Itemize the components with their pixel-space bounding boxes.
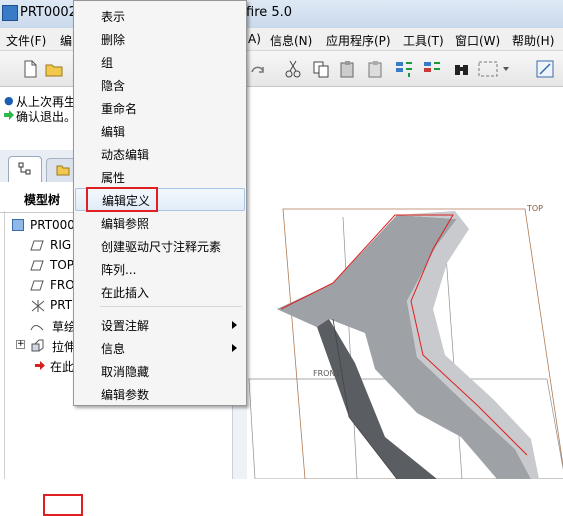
menu-item-edit-parameters[interactable]: 编辑参数 [75, 382, 245, 405]
app-icon [2, 5, 18, 21]
menu-item-info[interactable]: 信息 [75, 336, 245, 359]
highlight-box-sketch [43, 494, 83, 516]
tree-item-label: PRT000 [30, 218, 75, 232]
regenerate-icon[interactable] [394, 59, 414, 79]
open-folder-icon[interactable] [44, 59, 64, 79]
insert-arrow-icon [35, 361, 45, 370]
menu-item-rename[interactable]: 重命名 [75, 96, 245, 119]
menu-item-setup-note[interactable]: 设置注解 [75, 313, 245, 336]
tree-item-label: 在此 [50, 360, 75, 374]
window-title-suffix: fire 5.0 [246, 5, 293, 20]
menu-tools[interactable]: 工具(T) [403, 32, 444, 49]
graphics-window[interactable]: TOP FRONT [247, 87, 563, 479]
regenerate-manager-icon[interactable] [422, 59, 442, 79]
copy-icon[interactable] [311, 59, 331, 79]
navigator-tabs [0, 150, 76, 182]
menu-analysis[interactable]: A) [248, 32, 261, 46]
tree-item-label: RIG [50, 238, 72, 252]
datum-label-front: FRONT [313, 369, 341, 378]
coordinate-system-icon [31, 300, 45, 312]
menu-item-dynamic-edit[interactable]: 动态编辑 [75, 142, 245, 165]
menu-file[interactable]: 文件(F) [6, 32, 46, 49]
expand-icon[interactable]: + [16, 340, 25, 349]
menu-item-edit-references[interactable]: 编辑参照 [75, 211, 245, 234]
datum-label-top: TOP [527, 204, 544, 213]
find-icon[interactable] [452, 59, 472, 79]
menu-window[interactable]: 窗口(W) [455, 32, 500, 49]
paste-special-icon[interactable] [366, 59, 386, 79]
menu-item-create-driven-dimension[interactable]: 创建驱动尺寸注释元素 [75, 234, 245, 257]
bullet-icon: ● [4, 94, 14, 107]
cut-icon[interactable] [283, 59, 303, 79]
menu-info[interactable]: 信息(N) [270, 32, 312, 49]
menu-help[interactable]: 帮助(H) [512, 32, 554, 49]
top-face-gray [277, 215, 531, 479]
menu-separator [100, 306, 242, 307]
menu-item-delete[interactable]: 删除 [75, 27, 245, 50]
folder-icon [56, 165, 70, 176]
submenu-arrow-icon [232, 321, 237, 329]
model-tree: 模型树 PRT000 RIG TOP FRO PRT 草绘 + 拉伸 在此 [0, 182, 83, 516]
redo-icon[interactable] [248, 59, 268, 79]
message-line: 确认退出。 [16, 110, 77, 124]
datum-plane-icon [30, 260, 44, 271]
model-tree-title: 模型树 [24, 193, 61, 207]
extrude-icon [31, 339, 44, 352]
menu-item-suppress[interactable]: 隐含 [75, 73, 245, 96]
paste-icon[interactable] [338, 59, 358, 79]
window-title: PRT0002 [20, 5, 77, 20]
menu-item-properties[interactable]: 属性 [75, 165, 245, 188]
menu-item-unhide[interactable]: 取消隐藏 [75, 359, 245, 382]
menu-item-edit[interactable]: 编辑 [75, 119, 245, 142]
part-icon [12, 219, 24, 231]
menu-edit[interactable]: 编 [60, 32, 72, 49]
tab-folder-browser[interactable] [46, 158, 76, 182]
tree-icon [18, 162, 31, 175]
sketch-icon [30, 325, 44, 331]
menu-item-pattern[interactable]: 阵列... [75, 257, 245, 280]
tree-item-label: TOP [50, 258, 75, 272]
model-geometry [248, 208, 563, 479]
datum-plane-icon [30, 280, 44, 291]
arrow-right-icon [4, 110, 14, 120]
submenu-arrow-icon [232, 344, 237, 352]
view-icon[interactable] [535, 59, 555, 79]
menu-applications[interactable]: 应用程序(P) [326, 32, 391, 49]
menu-item-group[interactable]: 组 [75, 50, 245, 73]
menu-item-represent[interactable]: 表示 [75, 4, 245, 27]
tree-item-label: FRO [50, 278, 75, 292]
message-area: ● 从上次再生 确认退出。 [0, 87, 76, 147]
menu-item-insert-here[interactable]: 在此插入 [75, 280, 245, 303]
datum-plane-icon [30, 240, 44, 251]
model-tree-header: 模型树 [0, 182, 76, 213]
tab-model-tree[interactable] [8, 156, 42, 182]
selection-box-icon[interactable] [477, 59, 511, 79]
highlight-box-edit-definition [86, 187, 158, 212]
tree-item-label: PRT [50, 298, 73, 312]
new-file-icon[interactable] [20, 59, 40, 79]
